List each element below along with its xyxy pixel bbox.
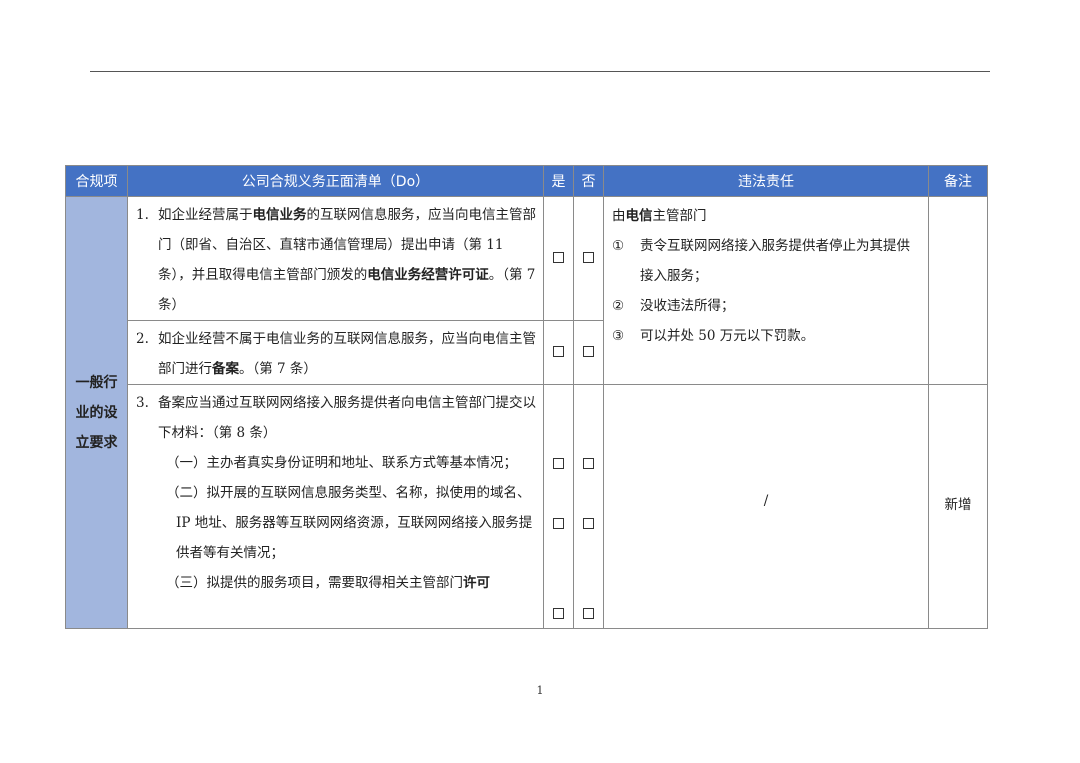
table-row: 一般行业的设立要求 1. 如企业经营属于电信业务的互联网信息服务，应当向电信主管… — [65, 196, 988, 629]
no-checkbox[interactable] — [583, 345, 594, 357]
liability-slash: / — [763, 493, 769, 509]
item-bold: 电信业务 — [252, 207, 307, 223]
item-bold: 电信业务经营许可证 — [367, 267, 489, 283]
no-checkbox[interactable] — [583, 251, 594, 263]
yes-checkbox[interactable] — [553, 607, 564, 619]
liability-point: 没收违法所得； — [640, 298, 735, 314]
item-number: 3. — [136, 395, 149, 411]
liability-point: 可以并处 50 万元以下罚款。 — [640, 328, 815, 344]
header-category: 合规项 — [65, 165, 128, 197]
no-checkbox[interactable] — [583, 607, 594, 619]
category-cell: 一般行业的设立要求 — [65, 196, 128, 629]
item-bold: 备案 — [212, 361, 239, 377]
no-cell — [573, 320, 604, 385]
item-text: 如企业经营属于 — [158, 207, 253, 223]
liability-marker: ② — [612, 298, 625, 314]
no-cell — [573, 384, 604, 629]
item-3: 3. 备案应当通过互联网网络接入服务提供者向电信主管部门提交以下材料：（第 8 … — [127, 384, 544, 629]
item-number: 1. — [136, 207, 149, 223]
yes-cell — [543, 320, 574, 385]
yes-checkbox[interactable] — [553, 517, 564, 529]
no-checkbox[interactable] — [583, 457, 594, 469]
no-checkbox[interactable] — [583, 517, 594, 529]
liability-marker: ③ — [612, 328, 625, 344]
liability-cell: 由电信主管部门 ① 责令互联网网络接入服务提供者停止为其提供接入服务； ② 没收违法… — [603, 196, 929, 385]
yes-cell — [543, 384, 574, 629]
yes-checkbox[interactable] — [553, 345, 564, 357]
header-yes: 是 — [543, 165, 574, 197]
header-no: 否 — [573, 165, 604, 197]
item-1: 1. 如企业经营属于电信业务的互联网信息服务，应当向电信主管部门（即省、自治区、… — [127, 196, 544, 321]
yes-checkbox[interactable] — [553, 457, 564, 469]
yes-cell — [543, 196, 574, 321]
table-header-row: 合规项 公司合规义务正面清单（Do） 是 否 违法责任 备注 — [65, 165, 988, 197]
header-liability: 违法责任 — [603, 165, 929, 197]
item-text: 备案应当通过互联网网络接入服务提供者向电信主管部门提交以下材料：（第 8 条） — [158, 395, 536, 441]
notes-cell — [928, 196, 988, 385]
yes-checkbox[interactable] — [553, 251, 564, 263]
category-label: 一般行业的设立要求 — [75, 374, 118, 451]
liability-cell: / — [603, 384, 929, 629]
note-new: 新增 — [944, 497, 972, 513]
compliance-table: 合规项 公司合规义务正面清单（Do） 是 否 违法责任 备注 一般行业的设立要求… — [65, 165, 988, 629]
header-notes: 备注 — [928, 165, 988, 197]
item-sub: （一）主办者真实身份证明和地址、联系方式等基本情况； （二）拟开展的互联网信息服… — [166, 455, 533, 591]
no-cell — [573, 196, 604, 321]
notes-cell: 新增 — [928, 384, 988, 629]
item-2: 2. 如企业经营不属于电信业务的互联网信息服务，应当向电信主管部门进行备案。（第… — [127, 320, 544, 385]
table-row: 3. 备案应当通过互联网网络接入服务提供者向电信主管部门提交以下材料：（第 8 … — [66, 384, 988, 629]
liability-point: 责令互联网网络接入服务提供者停止为其提供接入服务； — [640, 238, 910, 284]
liability-lead: 由电信主管部门 — [612, 208, 707, 224]
page-number: 1 — [536, 684, 544, 697]
item-text: 。（第 7 条） — [239, 361, 317, 377]
liability-marker: ① — [612, 238, 625, 254]
item-number: 2. — [136, 331, 149, 347]
header-rule — [90, 71, 990, 72]
header-do-list: 公司合规义务正面清单（Do） — [127, 165, 544, 197]
